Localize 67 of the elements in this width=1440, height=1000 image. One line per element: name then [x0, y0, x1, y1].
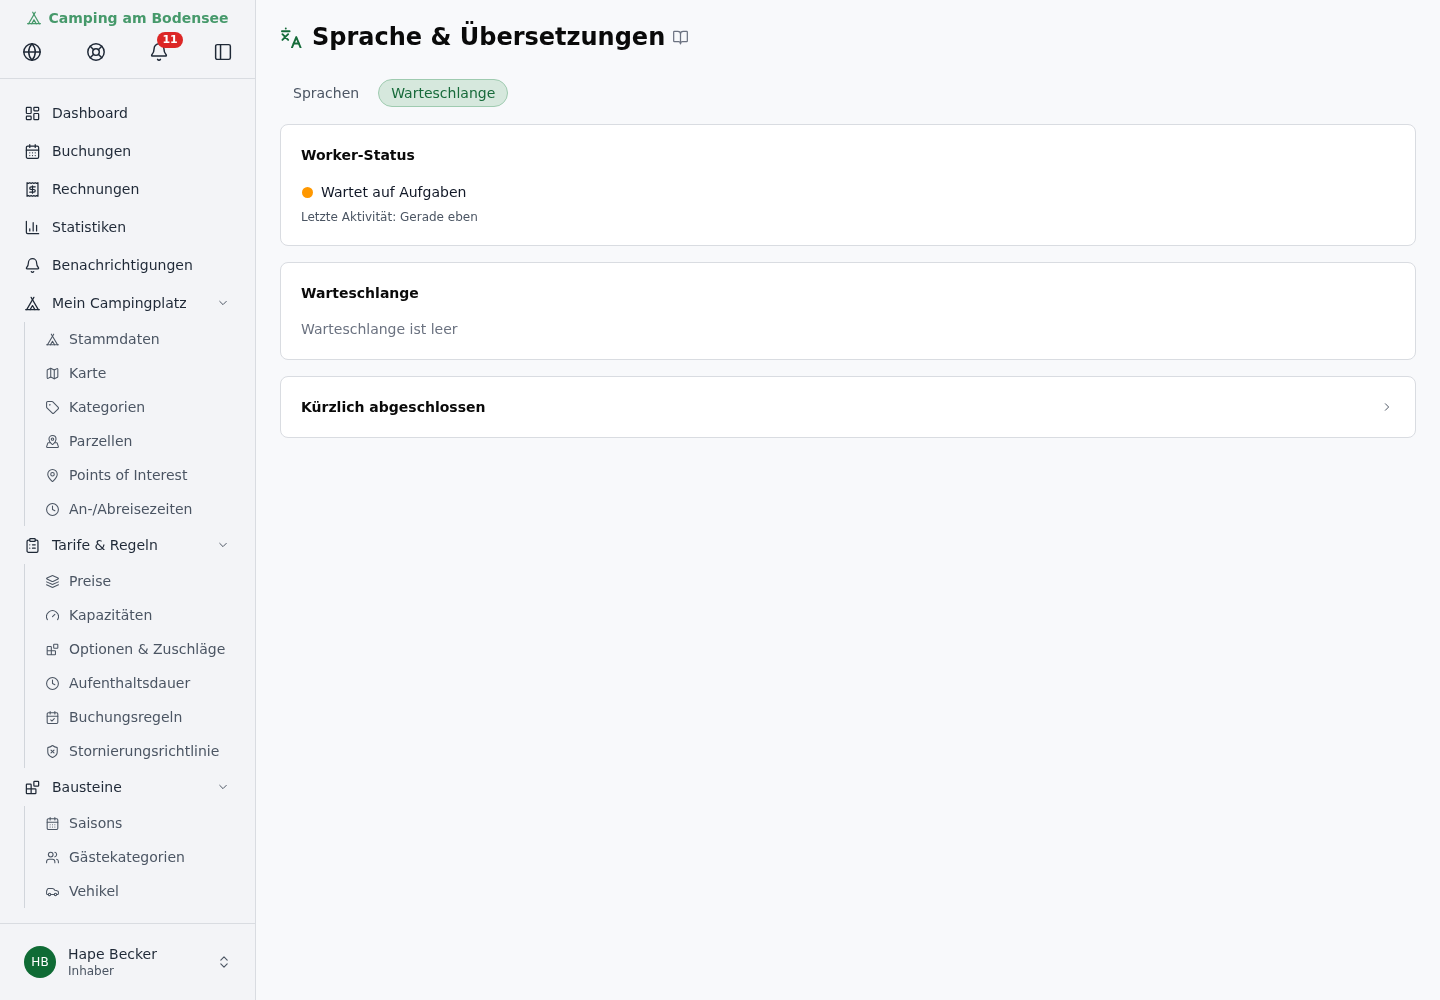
card-title: Worker-Status	[301, 146, 416, 165]
users-icon	[45, 850, 59, 864]
bell-icon[interactable]	[150, 43, 169, 61]
nav-subitem[interactable]: Buchungsregeln	[25, 700, 243, 734]
nav-subitem[interactable]: Vehikel	[25, 874, 243, 908]
shield-x-icon	[45, 744, 59, 758]
map-pin-icon	[45, 468, 59, 482]
grid-icon	[24, 105, 40, 121]
tent-icon	[26, 11, 41, 25]
nav-subitem[interactable]: Stornierungsrichtlinie	[25, 734, 243, 768]
nav-subitem[interactable]: Optionen & Zuschläge	[25, 632, 243, 666]
nav-subitem[interactable]: Gästekategorien	[25, 840, 243, 874]
nav-item[interactable]: Dashboard	[12, 94, 243, 132]
calendar-check-icon	[45, 710, 59, 724]
receipt-icon	[24, 181, 40, 197]
nav-subitem[interactable]: Aufenthaltsdauer	[25, 666, 243, 700]
nav-subitem[interactable]: An-/Abreisezeiten	[25, 492, 243, 526]
tent-icon	[24, 295, 40, 311]
nav-subitem[interactable]: Kategorien	[25, 390, 243, 424]
nav-subitem[interactable]: Stammdaten	[25, 322, 243, 356]
blocks-icon	[24, 779, 40, 795]
nav-item[interactable]: Rechnungen	[12, 170, 243, 208]
nav-subitem[interactable]: Saisons	[25, 806, 243, 840]
collapsible-section-header[interactable]: Kürzlich abgeschlossen	[280, 376, 1416, 438]
map-pin-person-icon	[45, 434, 59, 448]
brand-name: Camping am Bodensee	[48, 9, 229, 28]
nav-subitem[interactable]: Parzellen	[25, 424, 243, 458]
globe-icon[interactable]	[22, 43, 41, 61]
nav-item[interactable]: Bausteine	[12, 768, 243, 806]
clipboard-icon	[24, 537, 40, 553]
card-title: Warteschlange	[301, 284, 420, 303]
avatar: HB	[24, 946, 56, 978]
translate-icon	[281, 26, 302, 48]
nav-item[interactable]: Tarife & Regeln	[12, 526, 243, 564]
nav-subitem[interactable]: Points of Interest	[25, 458, 243, 492]
nav-item[interactable]: Benachrichtigungen	[12, 246, 243, 284]
nav-subitem[interactable]: Preise	[25, 564, 243, 598]
gauge-icon	[45, 608, 59, 622]
lifebuoy-icon[interactable]	[86, 43, 105, 61]
user-role: Inhaber	[68, 963, 116, 979]
panel-icon[interactable]	[214, 43, 233, 61]
nav-item[interactable]: Mein Campingplatz	[12, 284, 243, 322]
calendar-icon	[45, 816, 59, 830]
last-activity-text: Letzte Aktivität: Gerade eben	[301, 209, 479, 225]
blocks-icon	[45, 642, 59, 656]
tent-icon	[45, 332, 59, 346]
page-title: Sprache & Übersetzungen	[312, 21, 666, 53]
map-icon	[45, 366, 59, 380]
nav-subitem[interactable]: Kapazitäten	[25, 598, 243, 632]
bar-chart-icon	[24, 219, 40, 235]
tab[interactable]: Sprachen	[280, 79, 373, 107]
empty-queue-message: Warteschlange ist leer	[301, 320, 459, 339]
nav-subitem[interactable]: Karte	[25, 356, 243, 390]
clock-icon	[45, 502, 59, 516]
tab[interactable]: Warteschlange	[378, 79, 509, 107]
nav-item[interactable]: Statistiken	[12, 208, 243, 246]
calendar-icon	[24, 143, 40, 159]
clock-icon	[45, 676, 59, 690]
status-text: Wartet auf Aufgaben	[321, 183, 467, 202]
nav-item[interactable]: Buchungen	[12, 132, 243, 170]
book-icon[interactable]	[673, 29, 689, 45]
bell-icon	[24, 257, 40, 273]
user-name: Hape Becker	[68, 945, 158, 963]
layers-icon	[45, 574, 59, 588]
notification-badge: 11	[157, 32, 183, 48]
chevrons-up-down-icon[interactable]	[217, 955, 231, 969]
tag-icon	[45, 400, 59, 414]
